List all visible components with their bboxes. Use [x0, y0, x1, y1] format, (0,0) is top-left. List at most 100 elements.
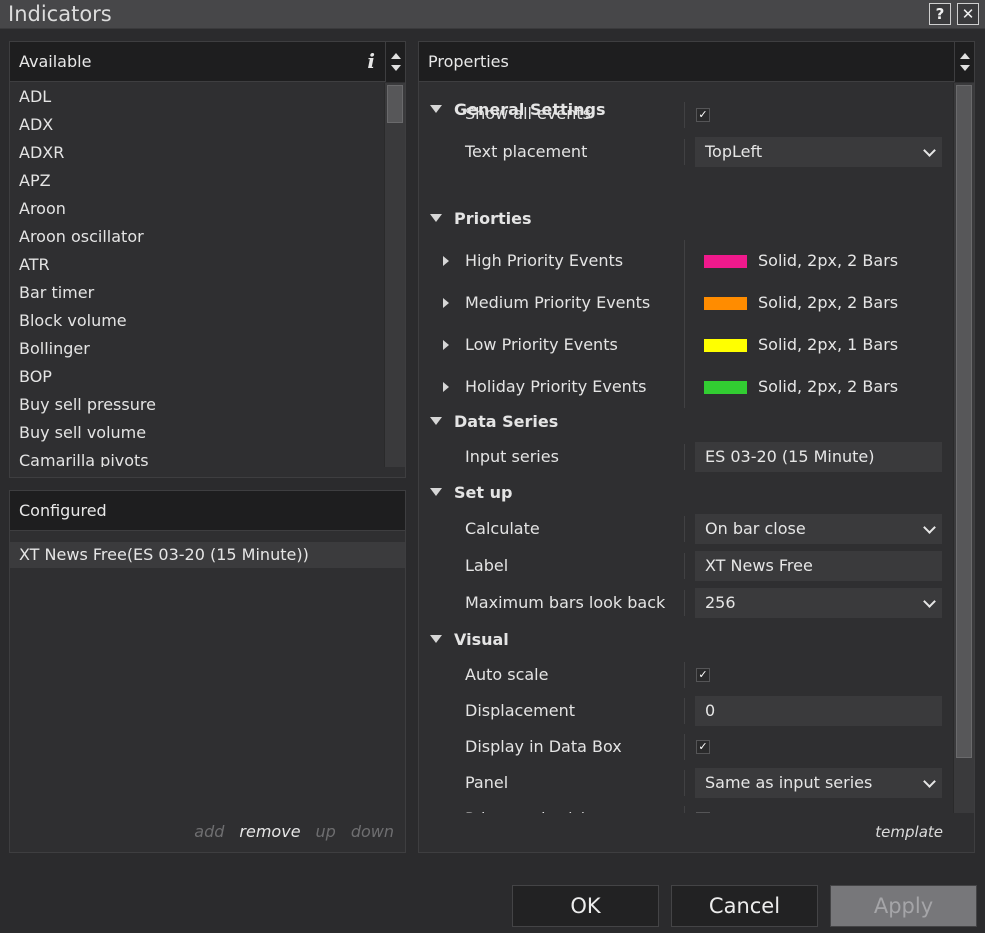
list-item[interactable]: Bar timer	[10, 279, 384, 307]
property-label: Label	[465, 556, 509, 575]
row-show-all-events: Show all events	[419, 104, 953, 201]
category-data-series[interactable]: Data Series	[419, 407, 953, 435]
collapse-icon[interactable]	[430, 214, 442, 222]
price-marker-checkbox[interactable]: ✓	[696, 812, 710, 813]
divider	[684, 590, 685, 616]
category-set-up[interactable]: Set up	[419, 478, 953, 506]
available-scroll-thumb[interactable]	[387, 85, 403, 123]
up-link[interactable]: up	[316, 822, 336, 841]
list-item[interactable]: ADX	[10, 111, 384, 139]
properties-scroll-thumb[interactable]	[956, 85, 972, 758]
row-holiday-priority[interactable]: Holiday Priority Events Solid, 2px, 2 Ba…	[419, 366, 953, 408]
display-in-data-box-checkbox[interactable]: ✓	[696, 740, 710, 754]
row-calculate: Calculate On bar close	[419, 512, 953, 546]
scroll-down-icon[interactable]	[390, 65, 401, 71]
select-value: TopLeft	[705, 142, 763, 161]
divider	[684, 516, 685, 542]
list-item[interactable]: Buy sell pressure	[10, 391, 384, 419]
category-title: Data Series	[454, 411, 559, 431]
scroll-up-icon[interactable]	[390, 53, 401, 59]
expand-icon[interactable]	[443, 382, 449, 392]
divider	[684, 698, 685, 724]
configured-item[interactable]: XT News Free(ES 03-20 (15 Minute))	[10, 542, 405, 568]
scroll-down-icon[interactable]	[959, 65, 970, 71]
properties-scroll-arrows[interactable]	[954, 42, 974, 82]
collapse-icon[interactable]	[430, 417, 442, 425]
max-bars-select[interactable]: 256	[695, 588, 942, 618]
color-swatch[interactable]	[704, 255, 747, 268]
panel-select[interactable]: Same as input series	[695, 768, 942, 798]
collapse-icon[interactable]	[430, 488, 442, 496]
apply-button[interactable]: Apply	[830, 885, 977, 927]
template-link[interactable]: template	[875, 823, 943, 841]
divider	[684, 139, 685, 165]
list-item[interactable]: Aroon oscillator	[10, 223, 384, 251]
auto-scale-checkbox[interactable]: ✓	[696, 668, 710, 682]
list-item[interactable]: ADXR	[10, 139, 384, 167]
configured-header: Configured	[10, 491, 405, 531]
down-link[interactable]: down	[351, 822, 394, 841]
category-title: Priorties	[454, 208, 532, 228]
divider	[684, 240, 685, 282]
list-item[interactable]: ATR	[10, 251, 384, 279]
property-label: Medium Priority Events	[465, 293, 651, 312]
properties-scrollbar[interactable]	[953, 83, 974, 813]
divider	[684, 734, 685, 760]
field-value: XT News Free	[705, 556, 813, 575]
property-label: Auto scale	[465, 665, 549, 684]
label-input[interactable]: XT News Free	[695, 551, 942, 581]
list-item[interactable]: Block volume	[10, 307, 384, 335]
row-high-priority[interactable]: High Priority Events Solid, 2px, 2 Bars	[419, 240, 953, 282]
displacement-input[interactable]: 0	[695, 696, 942, 726]
configured-actions: add remove up down	[194, 822, 394, 841]
remove-link[interactable]: remove	[239, 822, 300, 841]
property-grid: General Settings Show all events ✓ Text …	[419, 83, 953, 813]
category-priorities[interactable]: Priorties	[419, 204, 953, 232]
expand-icon[interactable]	[443, 298, 449, 308]
info-icon[interactable]: i	[367, 49, 375, 73]
color-swatch[interactable]	[704, 339, 747, 352]
close-icon[interactable]: ✕	[957, 3, 979, 25]
category-visual[interactable]: Visual	[419, 625, 953, 653]
row-price-marker: Price marker(s) ✓	[419, 802, 953, 813]
property-label: Low Priority Events	[465, 335, 618, 354]
list-item[interactable]: Aroon	[10, 195, 384, 223]
properties-header: Properties	[419, 42, 974, 82]
list-item[interactable]: BOP	[10, 363, 384, 391]
category-title: Visual	[454, 629, 509, 649]
calculate-select[interactable]: On bar close	[695, 514, 942, 544]
list-item[interactable]: Camarilla pivots	[10, 447, 384, 467]
add-link[interactable]: add	[194, 822, 224, 841]
ok-button[interactable]: OK	[512, 885, 659, 927]
divider	[684, 102, 685, 128]
row-max-bars: Maximum bars look back 256	[419, 586, 953, 620]
configured-panel: Configured XT News Free(ES 03-20 (15 Min…	[9, 490, 406, 853]
available-list[interactable]: ADL ADX ADXR APZ Aroon Aroon oscillator …	[10, 83, 384, 467]
scroll-up-icon[interactable]	[959, 53, 970, 59]
list-item[interactable]: ADL	[10, 83, 384, 111]
divider	[684, 770, 685, 796]
stroke-value: Solid, 2px, 1 Bars	[758, 335, 899, 354]
color-swatch[interactable]	[704, 381, 747, 394]
property-label: Price marker(s)	[465, 802, 587, 813]
row-low-priority[interactable]: Low Priority Events Solid, 2px, 1 Bars	[419, 324, 953, 366]
input-series-field[interactable]: ES 03-20 (15 Minute)	[695, 442, 942, 472]
text-placement-select[interactable]: TopLeft	[695, 137, 942, 167]
cancel-button[interactable]: Cancel	[671, 885, 818, 927]
help-icon[interactable]: ?	[929, 3, 951, 25]
divider	[684, 324, 685, 366]
available-header: Available	[10, 42, 405, 82]
row-medium-priority[interactable]: Medium Priority Events Solid, 2px, 2 Bar…	[419, 282, 953, 324]
available-scrollbar[interactable]	[384, 83, 405, 467]
collapse-icon[interactable]	[430, 635, 442, 643]
show-all-events-checkbox[interactable]: ✓	[696, 108, 710, 122]
list-item[interactable]: Bollinger	[10, 335, 384, 363]
expand-icon[interactable]	[443, 256, 449, 266]
property-label: Holiday Priority Events	[465, 377, 647, 396]
list-item[interactable]: APZ	[10, 167, 384, 195]
list-item[interactable]: Buy sell volume	[10, 419, 384, 447]
color-swatch[interactable]	[704, 297, 747, 310]
field-value: ES 03-20 (15 Minute)	[705, 447, 875, 466]
available-scroll-arrows[interactable]	[385, 42, 405, 82]
expand-icon[interactable]	[443, 340, 449, 350]
